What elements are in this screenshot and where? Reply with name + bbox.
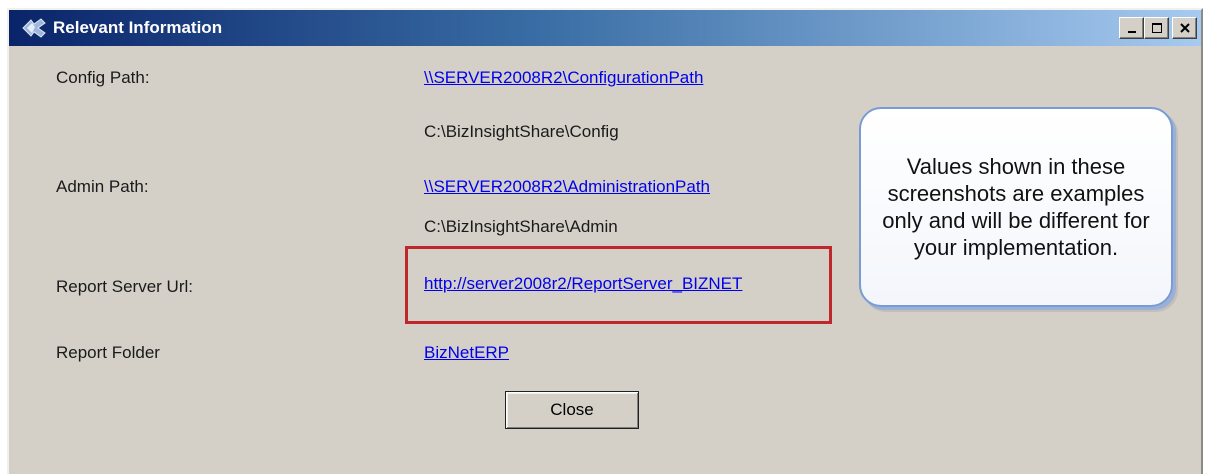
title-bar[interactable]: Relevant Information — [9, 10, 1201, 46]
close-window-button[interactable] — [1172, 17, 1197, 39]
close-button[interactable]: Close — [505, 391, 639, 429]
config-path-local: C:\BizInsightShare\Config — [424, 122, 619, 141]
maximize-icon — [1151, 22, 1163, 34]
window-title: Relevant Information — [53, 18, 223, 37]
admin-path-label: Admin Path: — [56, 177, 149, 196]
config-path-link[interactable]: \\SERVER2008R2\ConfigurationPath — [424, 68, 703, 88]
info-callout: Values shown in these screenshots are ex… — [859, 107, 1173, 307]
close-icon — [1179, 22, 1191, 34]
app-icon — [21, 17, 47, 39]
report-folder-label: Report Folder — [56, 343, 160, 362]
callout-text: Values shown in these screenshots are ex… — [882, 154, 1150, 260]
report-server-url-link[interactable]: http://server2008r2/ReportServer_BIZNET — [424, 274, 742, 294]
admin-path-link[interactable]: \\SERVER2008R2\AdministrationPath — [424, 177, 710, 197]
maximize-button[interactable] — [1144, 17, 1169, 39]
minimize-button[interactable] — [1119, 17, 1144, 39]
report-folder-link[interactable]: BizNetERP — [424, 343, 509, 363]
admin-path-local: C:\BizInsightShare\Admin — [424, 217, 618, 236]
config-path-label: Config Path: — [56, 68, 150, 87]
dialog-window: Relevant Information Config Path: \\SERV… — [7, 8, 1203, 474]
minimize-icon — [1126, 22, 1138, 34]
report-server-url-label: Report Server Url: — [56, 277, 193, 296]
